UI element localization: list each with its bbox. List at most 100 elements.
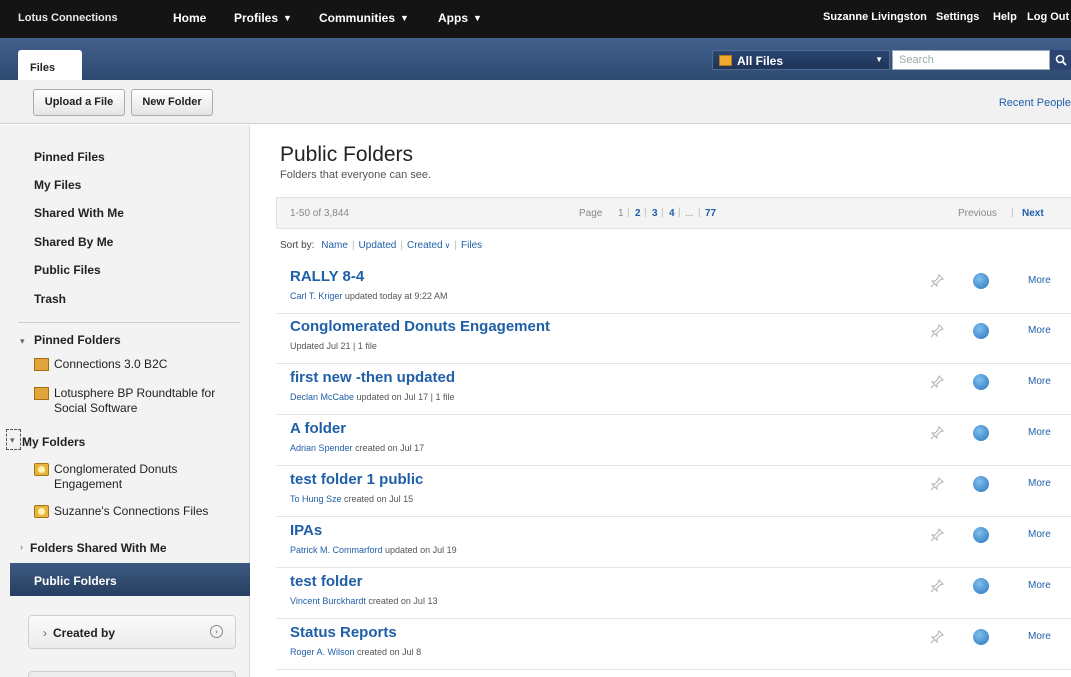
more-link[interactable]: More bbox=[1028, 529, 1051, 540]
folder-title-link[interactable]: test folder bbox=[290, 573, 363, 590]
settings-link[interactable]: Settings bbox=[936, 11, 979, 23]
more-link[interactable]: More bbox=[1028, 427, 1051, 438]
created-by-filter[interactable]: › Created by › bbox=[28, 615, 236, 649]
folder-title-link[interactable]: Conglomerated Donuts Engagement bbox=[290, 318, 550, 335]
pinned-folders-heading[interactable]: Pinned Folders bbox=[34, 333, 121, 347]
collapse-icon[interactable]: ▾ bbox=[10, 435, 15, 446]
list-item: Conglomerated Donuts Engagement Updated … bbox=[276, 318, 1071, 364]
logout-link[interactable]: Log Out bbox=[1027, 11, 1069, 23]
chevron-down-icon: ▼ bbox=[400, 13, 409, 23]
person-link[interactable]: Roger A. Wilson bbox=[290, 647, 355, 657]
my-folder-item[interactable]: Conglomerated Donuts Engagement bbox=[54, 462, 234, 492]
list-item: A folder Adrian Spender created on Jul 1… bbox=[276, 420, 1071, 466]
pin-icon[interactable] bbox=[930, 274, 944, 288]
new-folder-button[interactable]: New Folder bbox=[131, 89, 213, 116]
pin-icon[interactable] bbox=[930, 324, 944, 338]
page-separator: | bbox=[627, 207, 630, 218]
chevron-down-icon[interactable]: ∨ bbox=[445, 241, 451, 250]
search-button[interactable] bbox=[1050, 50, 1071, 70]
more-link[interactable]: More bbox=[1028, 325, 1051, 336]
search-scope-select[interactable]: All Files ▼ bbox=[712, 50, 890, 70]
more-link[interactable]: More bbox=[1028, 478, 1051, 489]
nav-communities-label: Communities bbox=[319, 11, 396, 25]
result-range: 1-50 of 3,844 bbox=[290, 208, 349, 219]
search-input[interactable]: Search bbox=[892, 50, 1050, 70]
folder-title-link[interactable]: Status Reports bbox=[290, 624, 397, 641]
top-navigation-bar: Lotus Connections Home Profiles ▼ Communi… bbox=[0, 0, 1071, 38]
person-link[interactable]: To Hung Sze bbox=[290, 494, 342, 504]
more-link[interactable]: More bbox=[1028, 580, 1051, 591]
folder-meta-text: created on Jul 17 bbox=[355, 443, 425, 453]
person-link[interactable]: Carl T. Kriger bbox=[290, 291, 342, 301]
folder-title-link[interactable]: IPAs bbox=[290, 522, 322, 539]
sort-by-name[interactable]: Name bbox=[321, 240, 348, 251]
folder-icon bbox=[719, 55, 732, 66]
upload-file-button[interactable]: Upload a File bbox=[33, 89, 125, 116]
folder-title-link[interactable]: A folder bbox=[290, 420, 346, 437]
my-folders-heading[interactable]: My Folders bbox=[22, 435, 85, 449]
sort-by-updated[interactable]: Updated bbox=[359, 240, 397, 251]
next-page-link[interactable]: Next bbox=[1022, 208, 1044, 219]
tab-files[interactable]: Files bbox=[18, 50, 82, 80]
previous-page-link[interactable]: Previous bbox=[958, 208, 997, 219]
folder-meta: To Hung Sze created on Jul 15 bbox=[290, 494, 413, 504]
more-link[interactable]: More bbox=[1028, 376, 1051, 387]
expand-icon[interactable]: › bbox=[20, 542, 23, 552]
folders-shared-with-me-heading[interactable]: Folders Shared With Me bbox=[30, 541, 167, 555]
pinned-folder-item[interactable]: Lotusphere BP Roundtable for Social Soft… bbox=[54, 386, 234, 416]
sidebar-item-trash[interactable]: Trash bbox=[34, 292, 66, 306]
folder-meta: Vincent Burckhardt created on Jul 13 bbox=[290, 596, 437, 606]
sidebar-item-shared-by-me[interactable]: Shared By Me bbox=[34, 235, 113, 249]
my-folder-item[interactable]: Suzanne's Connections Files bbox=[54, 504, 234, 519]
page-subtitle: Folders that everyone can see. bbox=[280, 169, 432, 181]
folder-title-link[interactable]: RALLY 8-4 bbox=[290, 268, 364, 285]
person-link[interactable]: Declan McCabe bbox=[290, 392, 354, 402]
user-name-link[interactable]: Suzanne Livingston bbox=[823, 11, 927, 23]
nav-apps[interactable]: Apps ▼ bbox=[438, 11, 482, 25]
pin-icon[interactable] bbox=[930, 528, 944, 542]
sidebar-item-pinned-files[interactable]: Pinned Files bbox=[34, 150, 105, 164]
sidebar-item-public-folders[interactable]: Public Folders bbox=[10, 563, 250, 596]
page-link[interactable]: 77 bbox=[705, 208, 716, 219]
sort-by-files[interactable]: Files bbox=[461, 240, 482, 251]
nav-communities[interactable]: Communities ▼ bbox=[319, 11, 409, 25]
person-link[interactable]: Patrick M. Commarford bbox=[290, 545, 383, 555]
folder-meta-text: updated on Jul 19 bbox=[385, 545, 457, 555]
folder-meta-text: Updated Jul 21 | 1 file bbox=[290, 341, 377, 351]
page-link[interactable]: 4 bbox=[669, 208, 675, 219]
collapse-icon[interactable]: ▾ bbox=[20, 336, 25, 347]
person-link[interactable]: Adrian Spender bbox=[290, 443, 353, 453]
pinned-folder-item[interactable]: Connections 3.0 B2C bbox=[54, 357, 234, 372]
filter-section[interactable] bbox=[28, 671, 236, 677]
pin-icon[interactable] bbox=[930, 375, 944, 389]
recent-people-link[interactable]: Recent People bbox=[999, 97, 1071, 109]
folder-title-link[interactable]: test folder 1 public bbox=[290, 471, 423, 488]
page-current: 1 bbox=[618, 208, 624, 219]
folder-title-link[interactable]: first new -then updated bbox=[290, 369, 455, 386]
page-separator: | bbox=[1011, 207, 1014, 218]
pin-icon[interactable] bbox=[930, 579, 944, 593]
nav-profiles-label: Profiles bbox=[234, 11, 279, 25]
nav-profiles[interactable]: Profiles ▼ bbox=[234, 11, 292, 25]
sort-by-created[interactable]: Created bbox=[407, 240, 443, 251]
page-title: Public Folders bbox=[280, 143, 414, 166]
page-link[interactable]: 2 bbox=[635, 208, 641, 219]
pin-icon[interactable] bbox=[930, 426, 944, 440]
nav-home[interactable]: Home bbox=[173, 11, 206, 25]
chevron-down-icon: ▼ bbox=[283, 13, 292, 23]
pin-icon[interactable] bbox=[930, 477, 944, 491]
more-link[interactable]: More bbox=[1028, 275, 1051, 286]
sidebar-item-my-files[interactable]: My Files bbox=[34, 178, 81, 192]
more-link[interactable]: More bbox=[1028, 631, 1051, 642]
pin-icon[interactable] bbox=[930, 630, 944, 644]
info-icon[interactable]: › bbox=[210, 625, 223, 638]
folder-meta-text: updated today at 9:22 AM bbox=[344, 291, 448, 301]
sort-bar: Sort by: Name | Updated | Created ∨ | Files bbox=[280, 240, 483, 251]
sidebar-item-shared-with-me[interactable]: Shared With Me bbox=[34, 206, 124, 220]
person-link[interactable]: Vincent Burckhardt bbox=[290, 596, 366, 606]
page-link[interactable]: 3 bbox=[652, 208, 658, 219]
files-bar: Files All Files ▼ Search bbox=[0, 38, 1071, 80]
page-separator: | bbox=[698, 207, 701, 218]
help-link[interactable]: Help bbox=[993, 11, 1017, 23]
sidebar-item-public-files[interactable]: Public Files bbox=[34, 263, 101, 277]
